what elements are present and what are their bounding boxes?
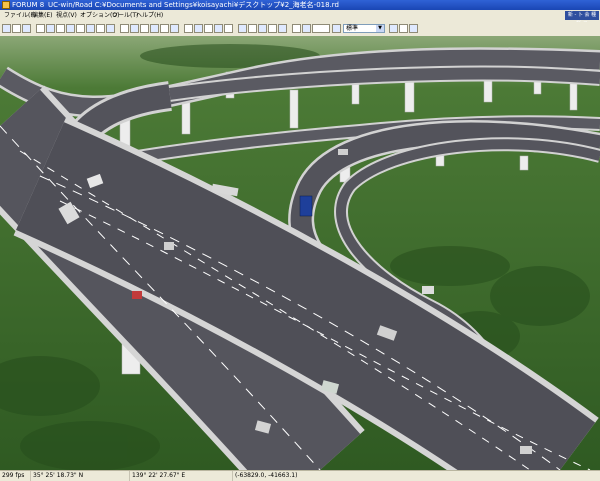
chevron-down-icon[interactable]: ▼ — [376, 25, 384, 32]
drive-icon[interactable] — [224, 24, 233, 33]
night-icon[interactable] — [278, 24, 287, 33]
highway-scene — [0, 36, 600, 470]
road-icon[interactable] — [120, 24, 129, 33]
menu-view[interactable]: 視点(V) — [54, 10, 79, 22]
menu-help[interactable]: ヘルプ(H) — [134, 10, 165, 22]
sun-icon[interactable] — [248, 24, 257, 33]
paste-icon[interactable] — [56, 24, 65, 33]
intersection-icon[interactable] — [130, 24, 139, 33]
copy-icon[interactable] — [46, 24, 55, 33]
camera-icon[interactable] — [76, 24, 85, 33]
terrain-icon[interactable] — [140, 24, 149, 33]
walk-icon[interactable] — [86, 24, 95, 33]
toolbar: 標準 ▼ — [0, 22, 600, 37]
person-icon[interactable] — [106, 24, 115, 33]
print-icon[interactable] — [66, 24, 75, 33]
pan-icon[interactable] — [204, 24, 213, 33]
menu-edit[interactable]: 編集(E) — [30, 10, 54, 22]
view-mode-dropdown[interactable]: 標準 ▼ — [343, 24, 385, 33]
stop-icon[interactable] — [389, 24, 398, 33]
window-title: UC-win/Road C:¥Documents and Settings¥ko… — [48, 1, 339, 9]
new-file-icon[interactable] — [2, 24, 11, 33]
overlay-label: 新 - 卜 会 種 所 ス — [565, 11, 599, 27]
zoom-icon[interactable] — [194, 24, 203, 33]
fly-icon[interactable] — [214, 24, 223, 33]
car-icon[interactable] — [302, 24, 311, 33]
sign-icon[interactable] — [160, 24, 169, 33]
save-icon[interactable] — [22, 24, 31, 33]
app-icon — [2, 1, 10, 9]
title-bar: FORUM 8 UC-win/Road C:¥Documents and Set… — [0, 0, 600, 10]
cut-icon[interactable] — [36, 24, 45, 33]
status-bar: 299 fps 35° 25' 18.73" N 139° 22' 27.67"… — [0, 470, 600, 481]
open-folder-icon[interactable] — [12, 24, 21, 33]
record-icon[interactable] — [332, 24, 341, 33]
view-mode-value: 標準 — [346, 25, 359, 32]
settings-icon[interactable] — [409, 24, 418, 33]
app-title: FORUM 8 — [12, 1, 45, 9]
snow-icon[interactable] — [268, 24, 277, 33]
model-icon[interactable] — [150, 24, 159, 33]
traffic-icon[interactable] — [292, 24, 301, 33]
play-icon[interactable] — [399, 24, 408, 33]
rotate-icon[interactable] — [184, 24, 193, 33]
bus-icon[interactable] — [312, 24, 330, 33]
fog-icon[interactable] — [238, 24, 247, 33]
tree-icon[interactable] — [96, 24, 105, 33]
3d-viewport[interactable] — [0, 36, 600, 470]
rain-icon[interactable] — [258, 24, 267, 33]
light-icon[interactable] — [170, 24, 179, 33]
